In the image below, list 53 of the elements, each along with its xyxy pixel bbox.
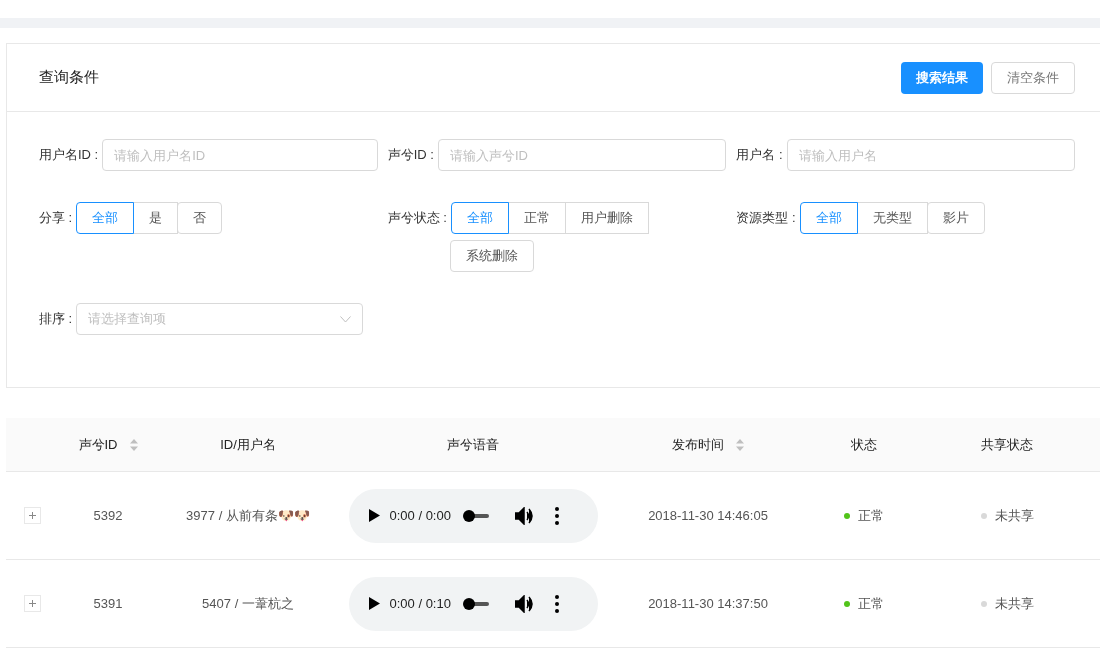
plus-icon	[28, 600, 36, 607]
table-cell-text: 3977 / 从前有条🐶🐶	[186, 506, 310, 525]
audio-time: 0:00 / 0:00	[389, 506, 451, 525]
play-icon[interactable]	[368, 597, 380, 610]
column-header: 声兮语音	[447, 435, 499, 454]
progress-thumb[interactable]	[462, 597, 475, 610]
text-input[interactable]: 请输入声兮ID	[437, 139, 727, 171]
panel-title: 查询条件	[39, 67, 99, 88]
status-text: 未共享	[994, 506, 1034, 525]
more-icon[interactable]	[554, 506, 559, 525]
filter-label: 分享 :	[39, 209, 73, 227]
clear-button[interactable]: 清空条件	[991, 61, 1075, 94]
segment-option[interactable]: 用户删除	[564, 202, 649, 234]
column-header: ID/用户名	[220, 435, 276, 454]
audio-time: 0:00 / 0:10	[389, 594, 451, 613]
filter-label: 用户名 :	[736, 146, 783, 165]
more-icon[interactable]	[554, 594, 559, 613]
volume-icon[interactable]	[514, 506, 535, 525]
table-cell-text: 2018-11-30 14:46:05	[648, 506, 768, 525]
expand-button[interactable]	[23, 595, 41, 612]
play-icon[interactable]	[368, 509, 380, 522]
column-header[interactable]: 声兮ID	[78, 434, 138, 455]
select-placeholder: 请选择查询项	[88, 310, 167, 329]
filter-label: 声兮状态 :	[387, 209, 447, 227]
chevron-down-icon	[340, 315, 352, 323]
column-header: 状态	[851, 435, 877, 454]
text-input[interactable]: 请输入用户名ID	[102, 139, 378, 171]
expand-button[interactable]	[23, 507, 41, 524]
segment-option[interactable]: 正常	[507, 202, 566, 234]
table-cell-text: 5392	[93, 506, 123, 525]
audio-player[interactable]: 0:00 / 0:10	[348, 576, 598, 631]
status-text: 正常	[858, 506, 884, 525]
column-header: 共享状态	[981, 435, 1033, 454]
text-input[interactable]: 请输入用户名	[786, 139, 1075, 171]
segment-option[interactable]: 否	[177, 202, 223, 234]
plus-icon	[28, 512, 36, 519]
table-cell-text: 5407 / 一葦杭之	[202, 594, 294, 613]
status-text: 未共享	[994, 594, 1034, 613]
table-cell-text: 5391	[93, 594, 123, 613]
column-header[interactable]: 发布时间	[672, 434, 744, 455]
status-text: 正常	[858, 594, 884, 613]
segment-option[interactable]: 系统删除	[449, 240, 534, 272]
audio-player[interactable]: 0:00 / 0:00	[348, 488, 598, 543]
filter-label: 排序 :	[39, 310, 73, 329]
filter-label: 资源类型 :	[736, 209, 796, 227]
segment-option[interactable]: 是	[133, 202, 179, 234]
volume-icon[interactable]	[514, 594, 535, 613]
filter-label: 声兮ID :	[387, 146, 434, 165]
segment-option[interactable]: 影片	[926, 202, 985, 234]
table-cell-text: 2018-11-30 14:37:50	[648, 594, 768, 613]
progress-thumb[interactable]	[462, 509, 475, 522]
filter-label: 用户名ID :	[39, 146, 99, 165]
segment-option[interactable]: 无类型	[856, 202, 928, 234]
